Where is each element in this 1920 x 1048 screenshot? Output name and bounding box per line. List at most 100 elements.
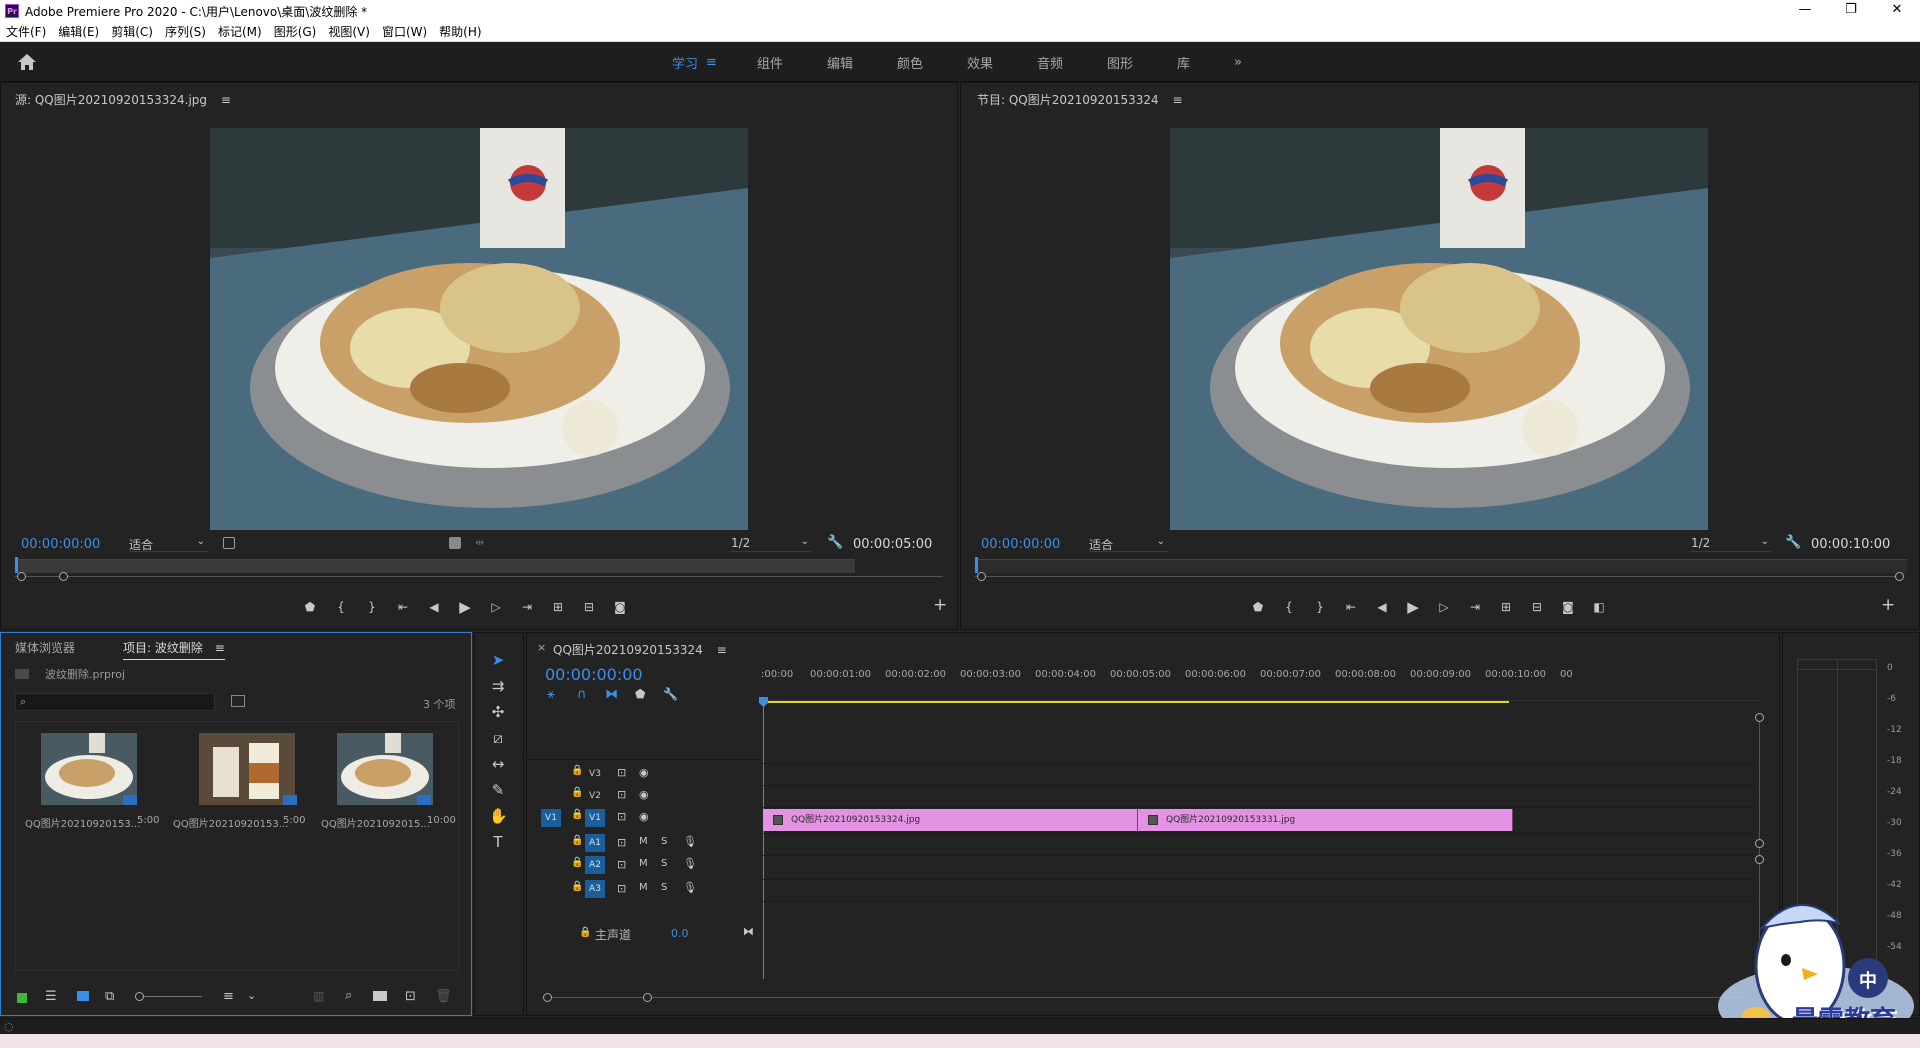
panel-menu-icon[interactable]: ≡	[221, 93, 231, 107]
overwrite-icon[interactable]: ⊟	[582, 600, 596, 614]
track-target-v2[interactable]: V2	[585, 787, 605, 805]
go-to-end-icon[interactable]: ⧓	[743, 925, 754, 938]
hand-tool-icon[interactable]: ✋	[489, 807, 508, 825]
sync-lock-icon[interactable]: ⊡	[617, 788, 626, 801]
source-resolution-dropdown[interactable]: 1/2 ⌄	[731, 536, 811, 552]
menu-file[interactable]: 文件(F)	[6, 23, 46, 40]
mute-button[interactable]: M	[639, 836, 648, 847]
zoom-slider-handle[interactable]	[135, 992, 144, 1001]
track-target-v1[interactable]: V1	[585, 809, 605, 827]
timeline-clip[interactable]: QQ图片20210920153331.jpg	[1138, 809, 1513, 831]
program-monitor-title[interactable]: 节目: QQ图片20210920153324 ≡	[977, 91, 1183, 108]
lock-icon[interactable]	[17, 993, 27, 1003]
close-button[interactable]: ✕	[1874, 0, 1920, 22]
play-icon[interactable]: ▶	[1406, 598, 1420, 616]
new-search-bin-icon[interactable]	[231, 695, 245, 707]
workspace-tab-color[interactable]: 颜色	[897, 53, 923, 72]
insert-overwrite-icon[interactable]	[449, 537, 461, 549]
workspace-tab-assembly[interactable]: 组件	[757, 53, 783, 72]
zoom-handle-right[interactable]	[1895, 572, 1904, 581]
maximize-button[interactable]: ❐	[1828, 0, 1874, 22]
timeline-tab[interactable]: QQ图片20210920153324 ≡	[553, 641, 727, 658]
zoom-handle-left[interactable]	[977, 572, 986, 581]
a-scroll-handle[interactable]	[1755, 855, 1764, 864]
comparison-view-icon[interactable]: ◧	[1592, 600, 1606, 614]
mark-in-icon[interactable]: {	[1282, 600, 1296, 614]
lock-icon[interactable]: 🔒	[571, 881, 583, 892]
home-icon[interactable]	[17, 53, 37, 71]
menu-edit[interactable]: 编辑(E)	[58, 23, 99, 40]
drag-video-icon[interactable]: ⇹	[475, 536, 484, 549]
v-scroll-handle-mid[interactable]	[1755, 839, 1764, 848]
safe-margins-icon[interactable]	[223, 537, 235, 549]
zoom-handle-left[interactable]	[17, 572, 26, 581]
sync-lock-icon[interactable]: ⊡	[617, 858, 626, 871]
menu-graphics[interactable]: 图形(G)	[274, 23, 317, 40]
lock-icon[interactable]: 🔒	[579, 927, 591, 938]
workspace-more-icon[interactable]: »	[1234, 55, 1242, 70]
zoom-slider-track[interactable]	[144, 996, 202, 997]
project-search-input[interactable]: ⌕	[15, 693, 215, 711]
eye-icon[interactable]: ◉	[639, 810, 649, 823]
step-forward-icon[interactable]: ▷	[1437, 600, 1451, 614]
lock-icon[interactable]: 🔒	[571, 765, 583, 776]
export-frame-icon[interactable]: ◙	[613, 600, 627, 614]
project-item[interactable]: QQ图片20210920153... 5:00	[25, 733, 171, 843]
source-current-timecode[interactable]: 00:00:00:00	[21, 537, 100, 552]
lock-icon[interactable]: 🔒	[571, 787, 583, 798]
project-item[interactable]: QQ图片20210920153... 5:00	[173, 733, 319, 843]
panel-menu-icon[interactable]: ≡	[215, 641, 225, 655]
chevron-down-icon[interactable]: ⌄	[247, 989, 256, 1002]
wrench-icon[interactable]: 🔧	[1785, 535, 1801, 550]
source-patch-v1[interactable]: V1	[541, 809, 561, 827]
source-time-ruler[interactable]	[15, 559, 855, 573]
close-tab-icon[interactable]: ×	[537, 641, 546, 654]
find-icon[interactable]: ⌕	[345, 988, 352, 1003]
mark-in-icon[interactable]: {	[334, 600, 348, 614]
source-playhead[interactable]	[15, 557, 18, 573]
timeline-timecode[interactable]: 00:00:00:00	[545, 665, 643, 684]
microphone-icon[interactable]: 🎙	[683, 835, 697, 848]
source-fit-dropdown[interactable]: 适合 ⌄	[129, 536, 207, 552]
slip-tool-icon[interactable]: ↔	[489, 755, 507, 773]
sync-lock-icon[interactable]: ⊡	[617, 810, 626, 823]
new-item-icon[interactable]: ⊡	[405, 989, 416, 1004]
menu-view[interactable]: 视图(V)	[328, 23, 370, 40]
add-marker-icon[interactable]: ⬟	[635, 687, 645, 701]
new-bin-icon[interactable]	[373, 991, 387, 1001]
timeline-settings-wrench-icon[interactable]: 🔧	[663, 687, 678, 701]
go-to-out-icon[interactable]: ⇥	[520, 600, 534, 614]
snap-icon[interactable]: ∩	[577, 687, 587, 702]
menu-clip[interactable]: 剪辑(C)	[111, 23, 153, 40]
workspace-tab-graphics[interactable]: 图形	[1107, 53, 1133, 72]
eye-icon[interactable]: ◉	[639, 788, 649, 801]
scroll-handle-left[interactable]	[543, 993, 552, 1002]
mute-button[interactable]: M	[639, 882, 648, 893]
add-button-icon[interactable]: +	[933, 595, 947, 615]
workspace-tab-learn[interactable]: 学习	[672, 53, 698, 72]
track-select-tool-icon[interactable]: ⇉	[489, 677, 507, 695]
track-target-v3[interactable]: V3	[585, 765, 605, 783]
program-time-ruler[interactable]	[975, 559, 1907, 573]
lock-icon[interactable]: 🔒	[571, 857, 583, 868]
play-icon[interactable]: ▶	[458, 598, 472, 616]
mark-out-icon[interactable]: }	[365, 600, 379, 614]
panel-menu-icon[interactable]: ≡	[1172, 93, 1182, 107]
scroll-handle-right[interactable]	[643, 993, 652, 1002]
work-area-bar[interactable]	[761, 701, 1509, 703]
panel-menu-icon[interactable]: ≡	[717, 643, 727, 657]
step-back-icon[interactable]: ◀	[427, 600, 441, 614]
track-target-a1[interactable]: A1	[585, 834, 605, 852]
solo-button[interactable]: S	[661, 836, 667, 847]
mark-out-icon[interactable]: }	[1313, 600, 1327, 614]
track-target-a3[interactable]: A3	[585, 880, 605, 898]
wrench-icon[interactable]: 🔧	[827, 535, 843, 550]
go-to-in-icon[interactable]: ⇤	[1344, 600, 1358, 614]
tab-media-browser[interactable]: 媒体浏览器	[15, 639, 75, 656]
razor-tool-icon[interactable]: ⧄	[489, 729, 507, 747]
timeline-clip[interactable]: QQ图片20210920153324.jpg	[763, 809, 1138, 831]
lift-icon[interactable]: ⊞	[1499, 600, 1513, 614]
type-tool-icon[interactable]: T	[489, 833, 507, 851]
program-fit-dropdown[interactable]: 适合 ⌄	[1089, 536, 1167, 552]
workspace-tab-editing[interactable]: 编辑	[827, 53, 853, 72]
